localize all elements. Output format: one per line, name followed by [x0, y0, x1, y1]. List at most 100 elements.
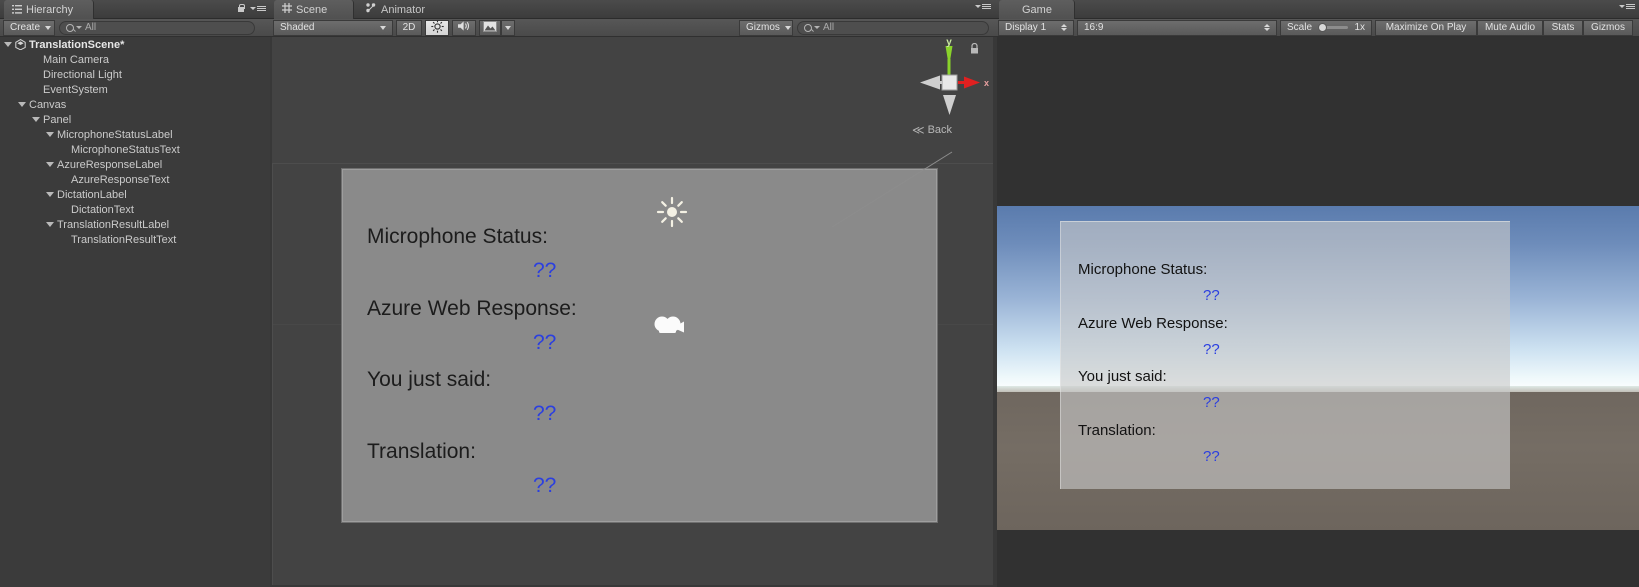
- hierarchy-item-dictationlabel[interactable]: DictationLabel: [0, 187, 270, 202]
- game-ui-label: You just said:: [1078, 368, 1167, 385]
- game-icon: [1007, 3, 1018, 17]
- lock-icon[interactable]: [237, 4, 245, 13]
- stepper-icon: [1264, 24, 1270, 31]
- scene-ui-value: ??: [533, 474, 557, 497]
- hierarchy-item-label: TranslationScene*: [29, 38, 125, 51]
- hierarchy-item-main-camera[interactable]: Main Camera: [0, 52, 270, 67]
- tab-game-label: Game: [1022, 3, 1052, 16]
- game-display-label: Display 1: [1005, 22, 1047, 33]
- game-scale-slider[interactable]: Scale 1x: [1280, 19, 1372, 36]
- chevron-down-icon[interactable]: [46, 132, 54, 137]
- lock-icon[interactable]: [970, 41, 979, 59]
- search-icon: [804, 23, 812, 32]
- unity-editor-window: Hierarchy Create All TranslationScene* M…: [0, 0, 1639, 587]
- scale-slider-track[interactable]: [1318, 23, 1349, 32]
- search-icon: [66, 23, 74, 32]
- hierarchy-item-label: AzureResponseLabel: [57, 158, 163, 171]
- chevron-down-icon[interactable]: [4, 42, 12, 47]
- hierarchy-search-placeholder: All: [85, 22, 97, 33]
- hierarchy-toolbar: Create All: [0, 19, 270, 37]
- hierarchy-item-eventsystem[interactable]: EventSystem: [0, 82, 270, 97]
- scene-ui-label: Translation:: [367, 440, 476, 463]
- scene-viewport[interactable]: Microphone Status:?? Azure Web Response:?…: [272, 37, 993, 585]
- chevron-down-icon: [76, 26, 82, 29]
- scene-draw-mode-dropdown[interactable]: Shaded: [273, 19, 393, 36]
- chevron-down-icon[interactable]: [46, 162, 54, 167]
- scene-grid-line: [272, 163, 273, 585]
- scene-effects-dropdown[interactable]: [501, 19, 515, 36]
- game-ui-label: Microphone Status:: [1078, 261, 1208, 278]
- hierarchy-item-canvas[interactable]: Canvas: [0, 97, 270, 112]
- game-display-dropdown[interactable]: Display 1: [998, 19, 1074, 36]
- chevron-down-icon[interactable]: [32, 117, 40, 122]
- hierarchy-item-dictationtext[interactable]: DictationText: [0, 202, 270, 217]
- panel-menu-icon[interactable]: [975, 4, 991, 9]
- image-icon: [483, 20, 497, 35]
- game-ui-value: ??: [1203, 394, 1220, 411]
- game-aspect-dropdown[interactable]: 16:9: [1077, 19, 1277, 36]
- chevron-down-icon[interactable]: [46, 222, 54, 227]
- scene-2d-toggle[interactable]: 2D: [396, 19, 422, 36]
- tab-scene[interactable]: Scene: [274, 0, 354, 19]
- game-toolbar: Display 1 16:9 Scale 1x Maximize On Play…: [995, 19, 1639, 37]
- scene-gizmos-dropdown[interactable]: Gizmos: [739, 19, 793, 36]
- scene-audio-toggle[interactable]: [452, 19, 476, 36]
- game-scale-value: 1x: [1354, 22, 1365, 33]
- svg-text:y: y: [946, 37, 952, 48]
- stats-toggle[interactable]: Stats: [1543, 19, 1583, 36]
- hierarchy-item-azureresponsetext[interactable]: AzureResponseText: [0, 172, 270, 187]
- panel-menu-icon[interactable]: [250, 6, 266, 11]
- hierarchy-item-panel[interactable]: Panel: [0, 112, 270, 127]
- scene-ui-value: ??: [533, 402, 557, 425]
- game-viewport[interactable]: Microphone Status:?? Azure Web Response:?…: [997, 37, 1639, 587]
- directional-light-gizmo[interactable]: [656, 196, 688, 233]
- scene-search-input[interactable]: All: [797, 20, 989, 35]
- hierarchy-item-label: Canvas: [29, 98, 67, 111]
- hierarchy-item-label: Main Camera: [43, 53, 110, 66]
- hierarchy-icon: [12, 5, 22, 14]
- stepper-icon: [1061, 24, 1067, 31]
- create-button[interactable]: Create: [3, 19, 55, 36]
- mute-audio-label: Mute Audio: [1484, 22, 1536, 33]
- hierarchy-item-translationscene-[interactable]: TranslationScene*: [0, 37, 270, 52]
- tab-animator[interactable]: Animator: [358, 0, 448, 19]
- scene-toolbar: Shaded 2D Gizmos All: [270, 19, 995, 37]
- game-gizmos-dropdown[interactable]: Gizmos: [1583, 19, 1633, 36]
- hierarchy-item-microphonestatustext[interactable]: MicrophoneStatusText: [0, 142, 270, 157]
- scale-slider-knob[interactable]: [1318, 23, 1328, 32]
- tab-game[interactable]: Game: [999, 0, 1075, 19]
- hierarchy-item-microphonestatuslabel[interactable]: MicrophoneStatusLabel: [0, 127, 270, 142]
- hierarchy-item-label: EventSystem: [43, 83, 108, 96]
- tab-hierarchy-label: Hierarchy: [26, 3, 74, 16]
- hierarchy-search-input[interactable]: All: [59, 20, 255, 35]
- maximize-on-play-toggle[interactable]: Maximize On Play: [1375, 19, 1477, 36]
- scene-lighting-toggle[interactable]: [425, 19, 449, 36]
- mute-audio-toggle[interactable]: Mute Audio: [1477, 19, 1543, 36]
- hierarchy-item-label: MicrophoneStatusText: [71, 143, 180, 156]
- chevron-down-icon: [505, 25, 511, 30]
- scene-search-placeholder: All: [823, 22, 835, 33]
- scene-effects-toggle[interactable]: [479, 19, 501, 36]
- hierarchy-item-azureresponselabel[interactable]: AzureResponseLabel: [0, 157, 270, 172]
- hierarchy-item-translationresulttext[interactable]: TranslationResultText: [0, 232, 270, 247]
- main-camera-gizmo[interactable]: [653, 310, 689, 343]
- hierarchy-item-translationresultlabel[interactable]: TranslationResultLabel: [0, 217, 270, 232]
- maximize-on-play-label: Maximize On Play: [1385, 22, 1467, 33]
- scene-2d-label: 2D: [402, 22, 416, 33]
- game-panel: Game Display 1 16:9 Scale 1x Maximize On…: [995, 0, 1639, 587]
- game-ui-value: ??: [1203, 287, 1220, 304]
- scene-ui-label: You just said:: [367, 368, 492, 391]
- hierarchy-tree[interactable]: TranslationScene* Main Camera Directional …: [0, 37, 270, 587]
- tab-scene-label: Scene: [296, 3, 328, 16]
- scene-header-icons: [975, 4, 991, 9]
- hierarchy-item-directional-light[interactable]: Directional Light: [0, 67, 270, 82]
- tab-hierarchy[interactable]: Hierarchy: [4, 0, 94, 19]
- hierarchy-item-label: DictationLabel: [57, 188, 127, 201]
- panel-menu-icon[interactable]: [1619, 4, 1635, 9]
- chevron-down-icon[interactable]: [18, 102, 26, 107]
- scene-gizmos-label: Gizmos: [746, 22, 780, 33]
- chevron-down-icon[interactable]: [46, 192, 54, 197]
- game-header-icons: [1619, 4, 1635, 9]
- hierarchy-item-label: TranslationResultLabel: [57, 218, 170, 231]
- create-button-label: Create: [10, 22, 41, 33]
